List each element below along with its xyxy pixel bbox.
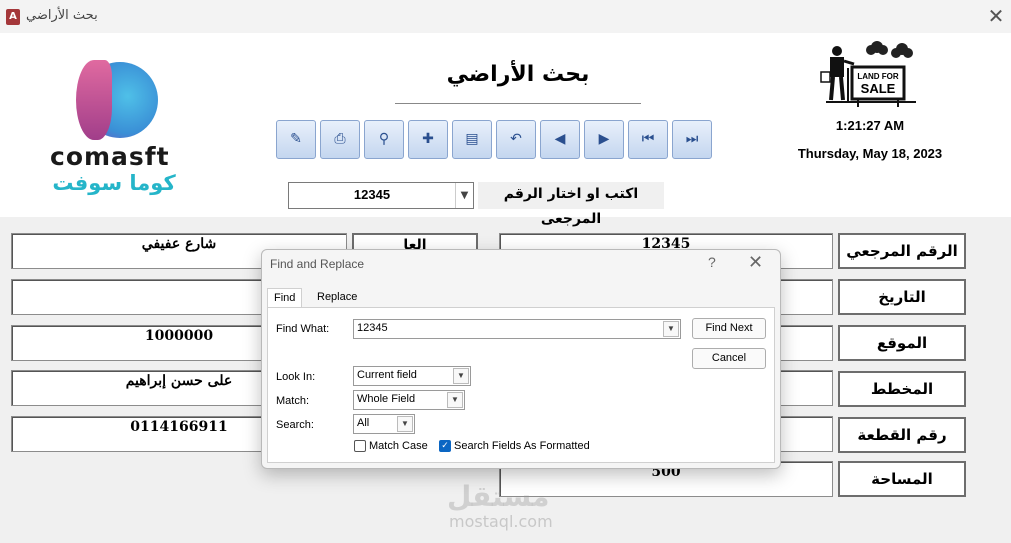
- logo-arabic-text: كوما سوفت: [52, 171, 176, 195]
- search-select[interactable]: All ▼: [353, 414, 415, 434]
- close-icon[interactable]: ✕: [984, 5, 1008, 29]
- dialog-body: Find What: 12345 ▼ Find Next Cancel Look…: [267, 307, 775, 463]
- chevron-down-icon[interactable]: ▼: [397, 416, 413, 432]
- date-display: Thursday, May 18, 2023: [797, 146, 943, 161]
- location-label: الموقع: [838, 325, 966, 361]
- find-what-input[interactable]: 12345 ▼: [353, 319, 681, 339]
- help-icon[interactable]: ?: [708, 254, 716, 270]
- sign-line2: SALE: [861, 81, 896, 96]
- logo-text: comasft: [50, 142, 170, 171]
- last-record-icon[interactable]: ⏭: [672, 120, 712, 159]
- date-label: التاريخ: [838, 279, 966, 315]
- match-label: Match:: [276, 395, 310, 407]
- tab-find[interactable]: Find: [267, 288, 303, 308]
- match-select[interactable]: Whole Field ▼: [353, 390, 465, 410]
- new-record-icon[interactable]: ✚: [408, 120, 448, 159]
- formatted-checkbox[interactable]: ✓: [439, 440, 451, 452]
- chevron-down-icon[interactable]: ▼: [453, 368, 469, 384]
- find-what-label: Find What:: [276, 323, 330, 335]
- save-record-icon[interactable]: ▤: [452, 120, 492, 159]
- watermark: مستقل: [447, 480, 550, 513]
- dialog-title: Find and Replace: [270, 257, 365, 271]
- area-label: المساحة: [838, 461, 966, 497]
- chevron-down-icon[interactable]: ▼: [447, 392, 463, 408]
- sign-line1: LAND FOR: [857, 72, 899, 81]
- access-icon: A: [6, 9, 20, 25]
- undo-icon[interactable]: ↶: [496, 120, 536, 159]
- find-next-button[interactable]: Find Next: [692, 318, 766, 339]
- search-label: Search:: [276, 419, 314, 431]
- ref-number-label: الرقم المرجعي: [838, 233, 966, 269]
- plot-number-label: رقم القطعة: [838, 417, 966, 453]
- previous-record-icon[interactable]: ◀: [540, 120, 580, 159]
- land-for-sale-icon: LAND FOR SALE: [820, 41, 916, 107]
- cancel-button[interactable]: Cancel: [692, 348, 766, 369]
- plan-label: المخطط: [838, 371, 966, 407]
- window-title: بحث الأراضي: [26, 8, 98, 23]
- title-underline: [395, 103, 641, 104]
- delete-record-icon[interactable]: ✎: [276, 120, 316, 159]
- reference-combo[interactable]: 12345 ▼: [288, 182, 474, 209]
- chevron-down-icon[interactable]: ▼: [663, 321, 679, 337]
- find-binoculars-icon[interactable]: ⚲: [364, 120, 404, 159]
- next-record-icon[interactable]: ▶: [584, 120, 624, 159]
- title-bar: [0, 0, 1011, 33]
- look-in-label: Look In:: [276, 371, 316, 383]
- print-icon[interactable]: ⎙: [320, 120, 360, 159]
- formatted-label: Search Fields As Formatted: [454, 440, 590, 452]
- page-title: بحث الأراضي: [446, 62, 590, 87]
- chevron-down-icon[interactable]: ▼: [455, 183, 473, 208]
- reference-combo-value: 12345: [353, 187, 391, 202]
- reference-label: اكتب او اختار الرقم المرجعى: [478, 182, 664, 227]
- first-record-icon[interactable]: ⏮: [628, 120, 668, 159]
- watermark-url: mostaql.com: [449, 512, 553, 531]
- match-case-label: Match Case: [369, 440, 428, 452]
- look-in-select[interactable]: Current field ▼: [353, 366, 471, 386]
- dialog-close-icon[interactable]: ✕: [748, 252, 763, 273]
- logo-face: [76, 60, 112, 140]
- clock: 1:21:27 AM: [835, 118, 905, 133]
- tab-replace[interactable]: Replace: [311, 288, 363, 308]
- match-case-checkbox[interactable]: [354, 440, 366, 452]
- find-replace-dialog: Find and Replace ? ✕ Find Replace Find W…: [261, 249, 781, 469]
